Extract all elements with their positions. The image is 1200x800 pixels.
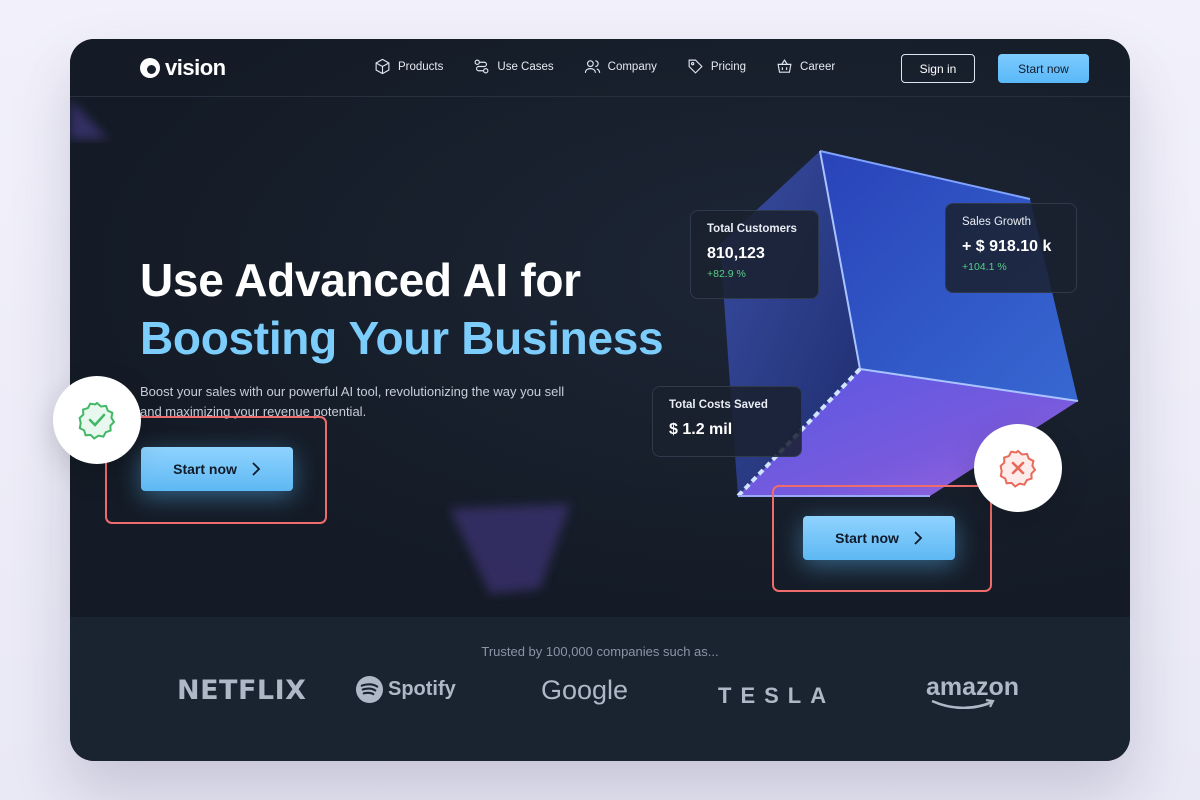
basket-icon [777, 59, 792, 73]
box-icon [375, 58, 390, 75]
nav-item-use-cases[interactable]: Use Cases [473, 58, 554, 75]
card-delta: +104.1 % [962, 261, 1007, 273]
incorrect-badge [974, 424, 1062, 512]
amazon-logo: amazon [926, 673, 1020, 709]
card-delta: +82.9 % [707, 268, 746, 280]
nav-item-company[interactable]: Company [584, 58, 657, 75]
nav-label: Pricing [710, 60, 747, 73]
check-badge-icon [78, 401, 116, 440]
chevron-right-icon [252, 462, 261, 476]
amazon-smile-icon [931, 699, 995, 709]
card-label: Total Costs Saved [669, 399, 768, 411]
button-label: Start now [835, 530, 899, 546]
nav-label: Use Cases [497, 60, 554, 73]
landing-page: vision Products Use Cases Company Pricin… [70, 39, 1130, 761]
spotify-logo: Spotify [355, 675, 456, 704]
main-menu: Products Use Cases Company Pricing Caree… [374, 58, 835, 75]
card-value: + $ 918.10 k [962, 238, 1052, 255]
card-value: 810,123 [707, 245, 765, 262]
hero-start-now-button[interactable]: Start now [141, 447, 293, 491]
tesla-logo: TESLA [718, 683, 836, 708]
logo-icon [140, 58, 160, 78]
total-customers-card: Total Customers 810,123 +82.9 % [690, 210, 819, 299]
nav-item-products[interactable]: Products [374, 58, 443, 75]
google-logo: Google [541, 675, 629, 705]
x-badge-icon [999, 449, 1037, 488]
secondary-start-now-button[interactable]: Start now [803, 516, 955, 560]
route-icon [474, 59, 489, 74]
tag-icon [688, 59, 703, 74]
start-now-nav-button[interactable]: Start now [998, 54, 1089, 83]
spotify-icon [355, 675, 384, 704]
trusted-by-text: Trusted by 100,000 companies such as... [481, 644, 719, 659]
button-label: Start now [173, 461, 237, 477]
chevron-right-icon [914, 531, 923, 545]
hero-title: Use Advanced AI for [140, 254, 581, 306]
nav-label: Company [607, 60, 657, 73]
brand-logo[interactable]: vision [140, 55, 226, 81]
trusted-by-section: Trusted by 100,000 companies such as... … [70, 617, 1130, 761]
netflix-logo: NETFLIX [177, 675, 307, 706]
amazon-text: amazon [926, 673, 1020, 701]
nav-label: Career [800, 60, 836, 73]
top-nav: vision Products Use Cases Company Pricin… [70, 39, 1130, 97]
hero-title-accent: Boosting Your Business [140, 312, 664, 364]
correct-badge [53, 376, 141, 464]
card-label: Sales Growth [962, 216, 1032, 228]
nav-item-pricing[interactable]: Pricing [687, 58, 746, 75]
total-costs-card: Total Costs Saved $ 1.2 mil [652, 386, 802, 457]
sales-growth-card: Sales Growth + $ 918.10 k +104.1 % [945, 203, 1077, 293]
spotify-text: Spotify [388, 678, 456, 700]
sign-in-button[interactable]: Sign in [901, 54, 975, 83]
card-label: Total Customers [707, 223, 797, 235]
card-value: $ 1.2 mil [669, 421, 733, 438]
nav-label: Products [398, 60, 444, 73]
nav-item-career[interactable]: Career [776, 58, 835, 75]
brand-name: vision [165, 55, 226, 80]
users-icon [584, 60, 600, 73]
hero-section: vision Products Use Cases Company Pricin… [70, 39, 1130, 617]
